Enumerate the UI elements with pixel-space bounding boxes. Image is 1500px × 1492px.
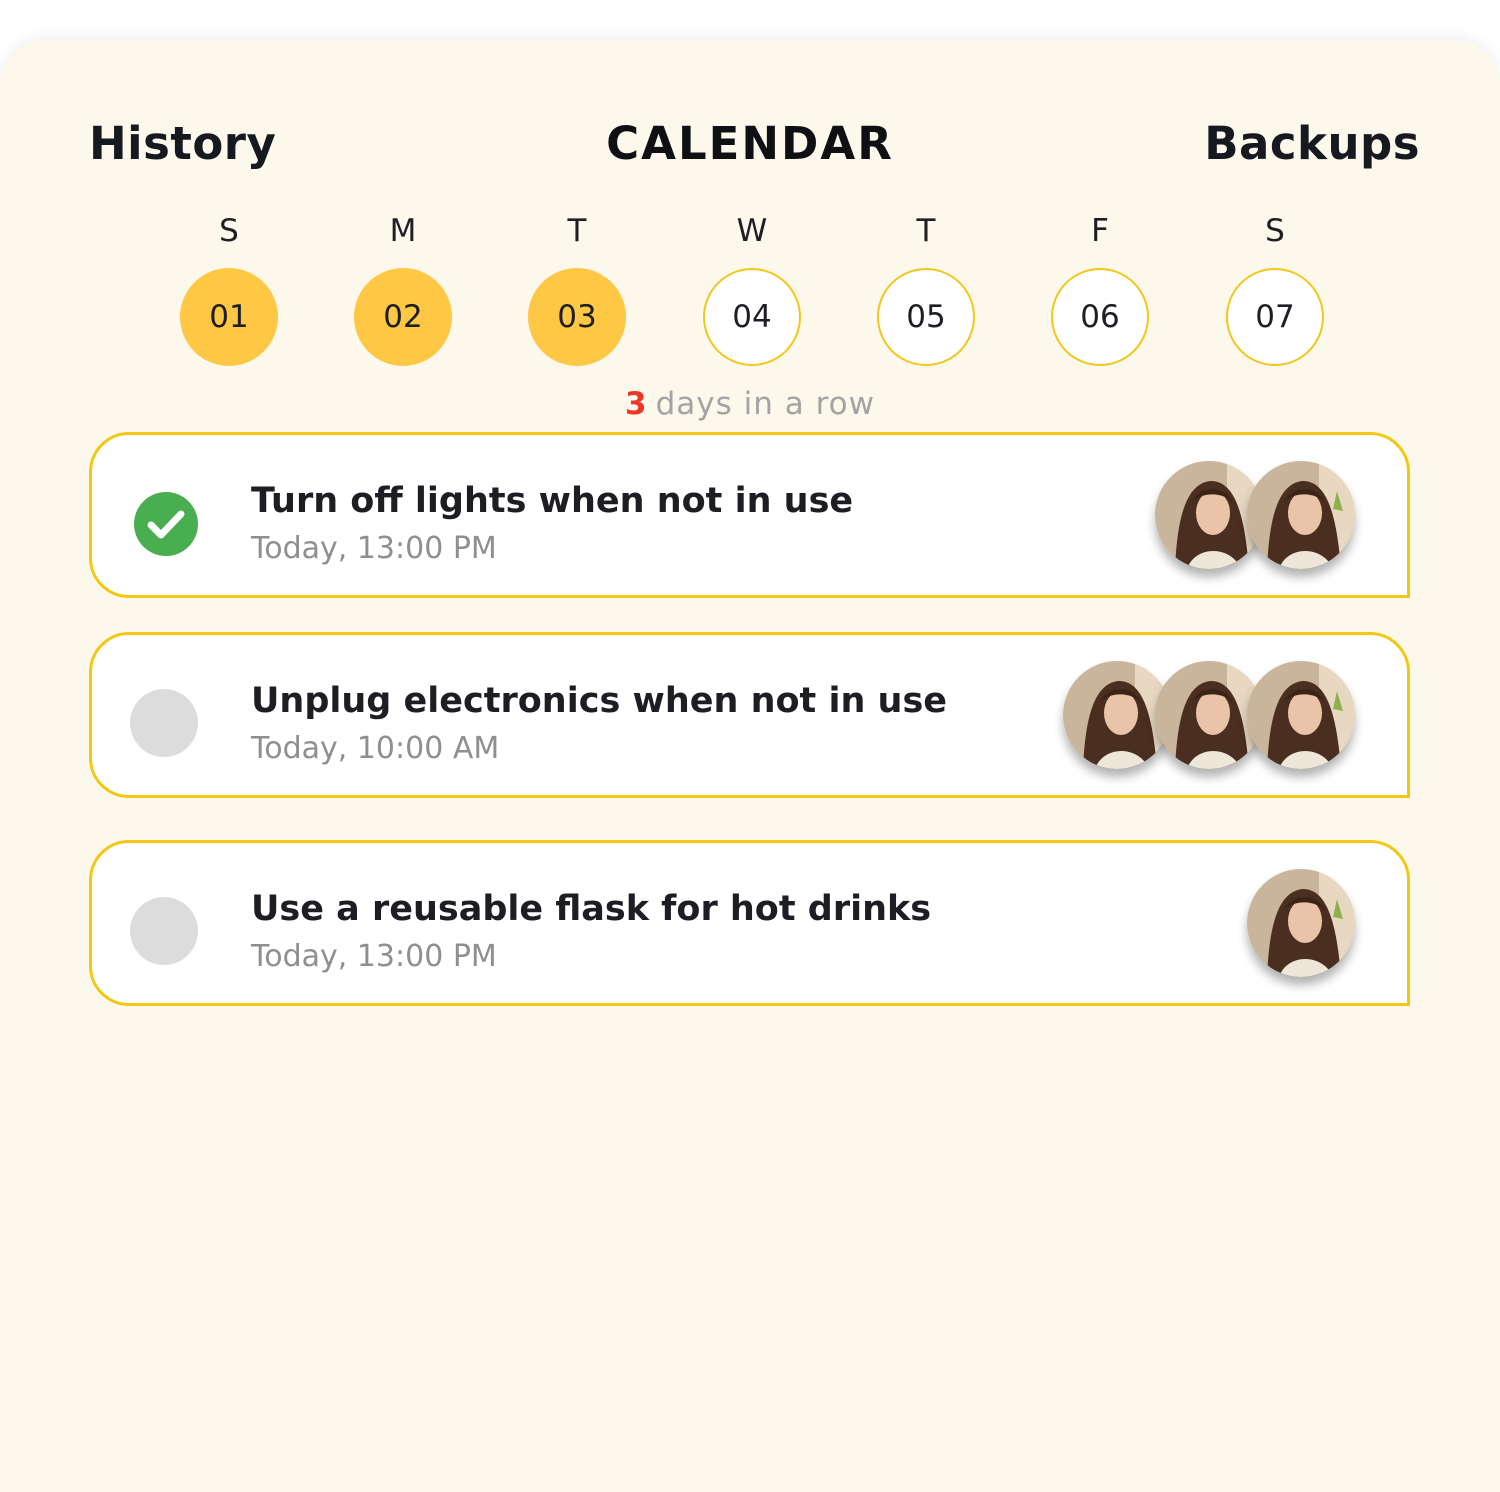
day-circle[interactable]: 05 [877, 268, 975, 366]
day-circle[interactable]: 07 [1226, 268, 1324, 366]
participant-avatars [1247, 869, 1355, 979]
tab-history[interactable]: History [89, 112, 276, 176]
task-time: Today, 13:00 PM [251, 531, 497, 566]
task-title: Turn off lights when not in use [251, 481, 854, 521]
weekday-label: W [736, 213, 768, 249]
task-title: Use a reusable flask for hot drinks [251, 889, 932, 929]
day-column: S 07 [1226, 208, 1324, 366]
participant-avatars [1155, 461, 1355, 571]
check-circle-icon[interactable] [134, 492, 198, 556]
streak-counter: 3 days in a row [0, 386, 1500, 422]
weekday-label: S [1265, 213, 1285, 249]
streak-label: days in a row [655, 386, 875, 422]
day-column: M 02 [354, 208, 452, 366]
participant-avatars [1063, 661, 1355, 771]
day-column: S 01 [180, 208, 278, 366]
day-column: T 03 [528, 208, 626, 366]
calendar-panel: History CALENDAR Backups S 01 M 02 T 03 … [0, 40, 1500, 1492]
tab-backups[interactable]: Backups [1204, 112, 1420, 176]
day-column: W 04 [703, 208, 801, 366]
weekday-label: T [567, 213, 587, 249]
day-column: F 06 [1051, 208, 1149, 366]
unchecked-circle-icon[interactable] [130, 897, 198, 965]
tab-calendar[interactable]: CALENDAR [606, 117, 894, 170]
user-avatar[interactable] [1247, 869, 1355, 977]
weekday-label: S [219, 213, 239, 249]
day-column: T 05 [877, 208, 975, 366]
task-time: Today, 13:00 PM [251, 939, 497, 974]
task-card[interactable]: Unplug electronics when not in use Today… [89, 632, 1410, 798]
weekday-label: T [916, 213, 936, 249]
user-avatar[interactable] [1247, 461, 1355, 569]
user-avatar[interactable] [1247, 661, 1355, 769]
streak-count: 3 [625, 386, 648, 422]
unchecked-circle-icon[interactable] [130, 689, 198, 757]
day-circle-done[interactable]: 02 [354, 268, 452, 366]
task-title: Unplug electronics when not in use [251, 681, 948, 721]
task-card[interactable]: Use a reusable flask for hot drinks Toda… [89, 840, 1410, 1006]
weekday-label: M [389, 213, 417, 249]
task-time: Today, 10:00 AM [251, 731, 500, 766]
day-circle-done[interactable]: 03 [528, 268, 626, 366]
day-circle-done[interactable]: 01 [180, 268, 278, 366]
weekday-label: F [1091, 213, 1109, 249]
task-card[interactable]: Turn off lights when not in use Today, 1… [89, 432, 1410, 598]
day-circle[interactable]: 06 [1051, 268, 1149, 366]
day-circle[interactable]: 04 [703, 268, 801, 366]
